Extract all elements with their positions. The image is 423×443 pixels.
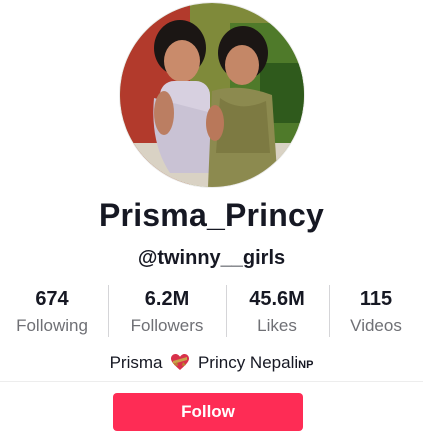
divider bbox=[226, 285, 227, 337]
profile-photo-avatar bbox=[120, 3, 304, 187]
stat-videos[interactable]: 115 Videos bbox=[340, 285, 412, 339]
divider bbox=[108, 285, 109, 337]
bio: Prisma Princy NepaliNP bbox=[0, 351, 423, 378]
divider bbox=[0, 381, 423, 382]
bio-first-name: Prisma bbox=[109, 353, 163, 372]
stat-value: 674 bbox=[35, 288, 69, 310]
stat-label: Following bbox=[16, 316, 88, 335]
display-name: Prisma_Princy bbox=[99, 197, 324, 233]
stat-value: 45.6M bbox=[249, 288, 305, 310]
stat-label: Videos bbox=[350, 316, 402, 335]
stat-followers[interactable]: 6.2M Followers bbox=[122, 285, 212, 339]
avatar[interactable] bbox=[120, 3, 304, 187]
profile-stats: 674 Following 6.2M Followers 45.6M Likes… bbox=[0, 285, 423, 341]
stat-label: Likes bbox=[257, 316, 297, 335]
stat-value: 115 bbox=[359, 288, 393, 310]
divider bbox=[329, 285, 330, 337]
username: @twinny__girls bbox=[137, 247, 286, 269]
bio-flag-text: NP bbox=[298, 359, 314, 371]
bio-second-text: Princy Nepali bbox=[197, 353, 299, 372]
stat-following[interactable]: 674 Following bbox=[8, 285, 96, 339]
heart-with-ribbon-icon bbox=[170, 353, 190, 378]
follow-button[interactable]: Follow bbox=[113, 393, 303, 431]
stat-value: 6.2M bbox=[144, 288, 190, 310]
stat-label: Followers bbox=[130, 316, 204, 335]
stat-likes[interactable]: 45.6M Likes bbox=[238, 285, 316, 339]
